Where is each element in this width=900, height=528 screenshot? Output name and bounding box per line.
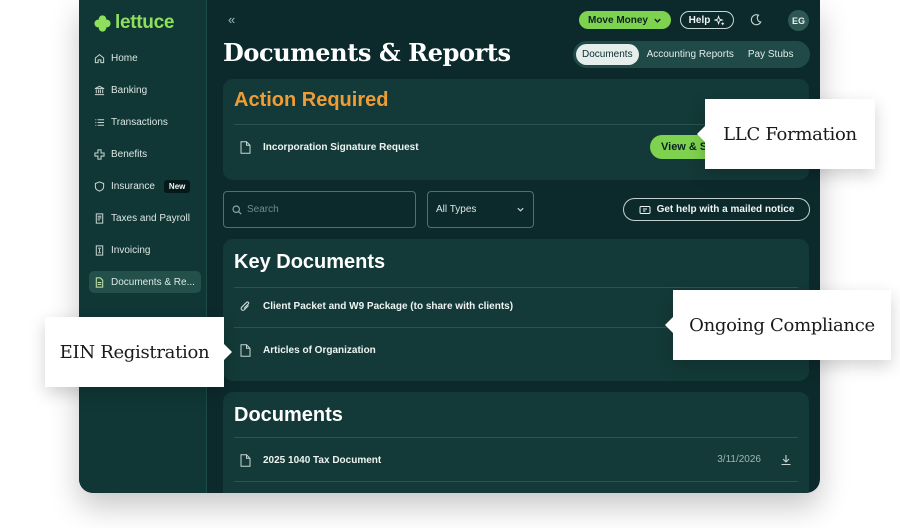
document-name: 2025 1040 Tax Document — [263, 454, 382, 466]
main-content: « Move Money Help EG Documents & Reports… — [208, 0, 820, 493]
sidebar-item-taxes-payroll[interactable]: Taxes and Payroll — [89, 207, 201, 229]
tab-accounting-reports[interactable]: Accounting Reports — [641, 44, 740, 65]
document-icon — [240, 343, 251, 357]
lettuce-logo-icon — [94, 14, 111, 32]
app-window: lettuce Home Banking Transactions Benefi… — [79, 0, 820, 493]
receipt-icon — [95, 212, 104, 224]
list-item-label: Articles of Organization — [263, 344, 376, 356]
move-money-label: Move Money — [587, 14, 648, 26]
document-icon — [95, 276, 104, 288]
action-required-title: Action Required — [234, 89, 389, 111]
avatar[interactable]: EG — [788, 10, 809, 31]
brand-logo[interactable]: lettuce — [94, 12, 174, 34]
document-date: 3/11/2026 — [717, 454, 761, 465]
move-money-button[interactable]: Move Money — [579, 11, 671, 29]
type-select-value: All Types — [436, 204, 477, 215]
page-title: Documents & Reports — [223, 38, 511, 67]
bank-icon — [94, 85, 105, 95]
chevron-down-icon — [517, 207, 524, 212]
list-item-label: Client Packet and W9 Package (to share w… — [263, 300, 514, 312]
sidebar-item-invoicing[interactable]: Invoicing — [89, 239, 201, 261]
table-row[interactable]: 2025 1040 Tax Document — [234, 445, 798, 475]
tab-documents[interactable]: Documents — [576, 44, 639, 65]
plus-cross-icon — [94, 148, 105, 160]
moon-icon[interactable] — [749, 13, 763, 27]
home-icon — [94, 53, 105, 63]
shield-icon — [94, 180, 105, 192]
paperclip-icon — [240, 300, 250, 311]
sidebar-item-label: Banking — [111, 84, 148, 96]
divider — [234, 481, 798, 482]
documents-title: Documents — [234, 404, 343, 426]
sidebar-item-label: Insurance — [111, 180, 155, 192]
new-badge: New — [163, 179, 191, 193]
mailed-notice-help-label: Get help with a mailed notice — [656, 204, 795, 215]
tab-pay-stubs[interactable]: Pay Stubs — [742, 44, 800, 65]
document-icon — [240, 453, 251, 467]
sidebar-item-home[interactable]: Home — [89, 47, 201, 69]
type-select[interactable]: All Types — [427, 191, 534, 228]
sidebar-item-banking[interactable]: Banking — [89, 79, 201, 101]
collapse-sidebar-icon[interactable]: « — [228, 12, 235, 27]
action-item-label: Incorporation Signature Request — [263, 141, 419, 153]
search-input[interactable] — [247, 204, 407, 215]
sidebar-item-label: Documents & Re... — [111, 276, 195, 288]
sidebar-item-transactions[interactable]: Transactions — [89, 111, 201, 133]
callout-ongoing-compliance: Ongoing Compliance — [665, 290, 891, 360]
sidebar-item-label: Home — [111, 52, 138, 64]
sidebar-item-label: Taxes and Payroll — [111, 212, 190, 224]
tab-bar: Documents Accounting Reports Pay Stubs — [573, 41, 810, 68]
help-label: Help — [688, 14, 711, 26]
help-button[interactable]: Help — [680, 11, 734, 29]
documents-card: Documents 2025 1040 Tax Document 3/11/20… — [223, 392, 809, 493]
mailed-notice-help-button[interactable]: Get help with a mailed notice — [623, 198, 810, 221]
sidebar: lettuce Home Banking Transactions Benefi… — [79, 0, 207, 493]
search-field[interactable] — [223, 191, 416, 228]
list-icon — [95, 118, 105, 126]
sidebar-item-documents[interactable]: Documents & Re... — [89, 271, 201, 293]
sidebar-item-benefits[interactable]: Benefits — [89, 143, 201, 165]
divider — [234, 437, 798, 438]
sparkle-icon — [714, 14, 725, 25]
divider — [234, 287, 798, 288]
document-icon — [240, 140, 251, 154]
search-icon — [232, 204, 242, 215]
invoice-icon — [95, 244, 104, 256]
brand-name: lettuce — [115, 12, 175, 33]
callout-llc-formation: LLC Formation — [697, 99, 875, 169]
sidebar-item-label: Benefits — [111, 148, 148, 160]
download-icon[interactable] — [780, 454, 792, 466]
callout-ein-registration: EIN Registration — [45, 317, 232, 387]
chevron-down-icon — [654, 18, 661, 23]
key-documents-title: Key Documents — [234, 251, 386, 273]
sidebar-item-label: Transactions — [111, 116, 168, 128]
sidebar-item-label: Invoicing — [111, 244, 151, 256]
mail-icon — [639, 205, 651, 214]
sidebar-item-insurance[interactable]: Insurance New — [89, 175, 201, 197]
